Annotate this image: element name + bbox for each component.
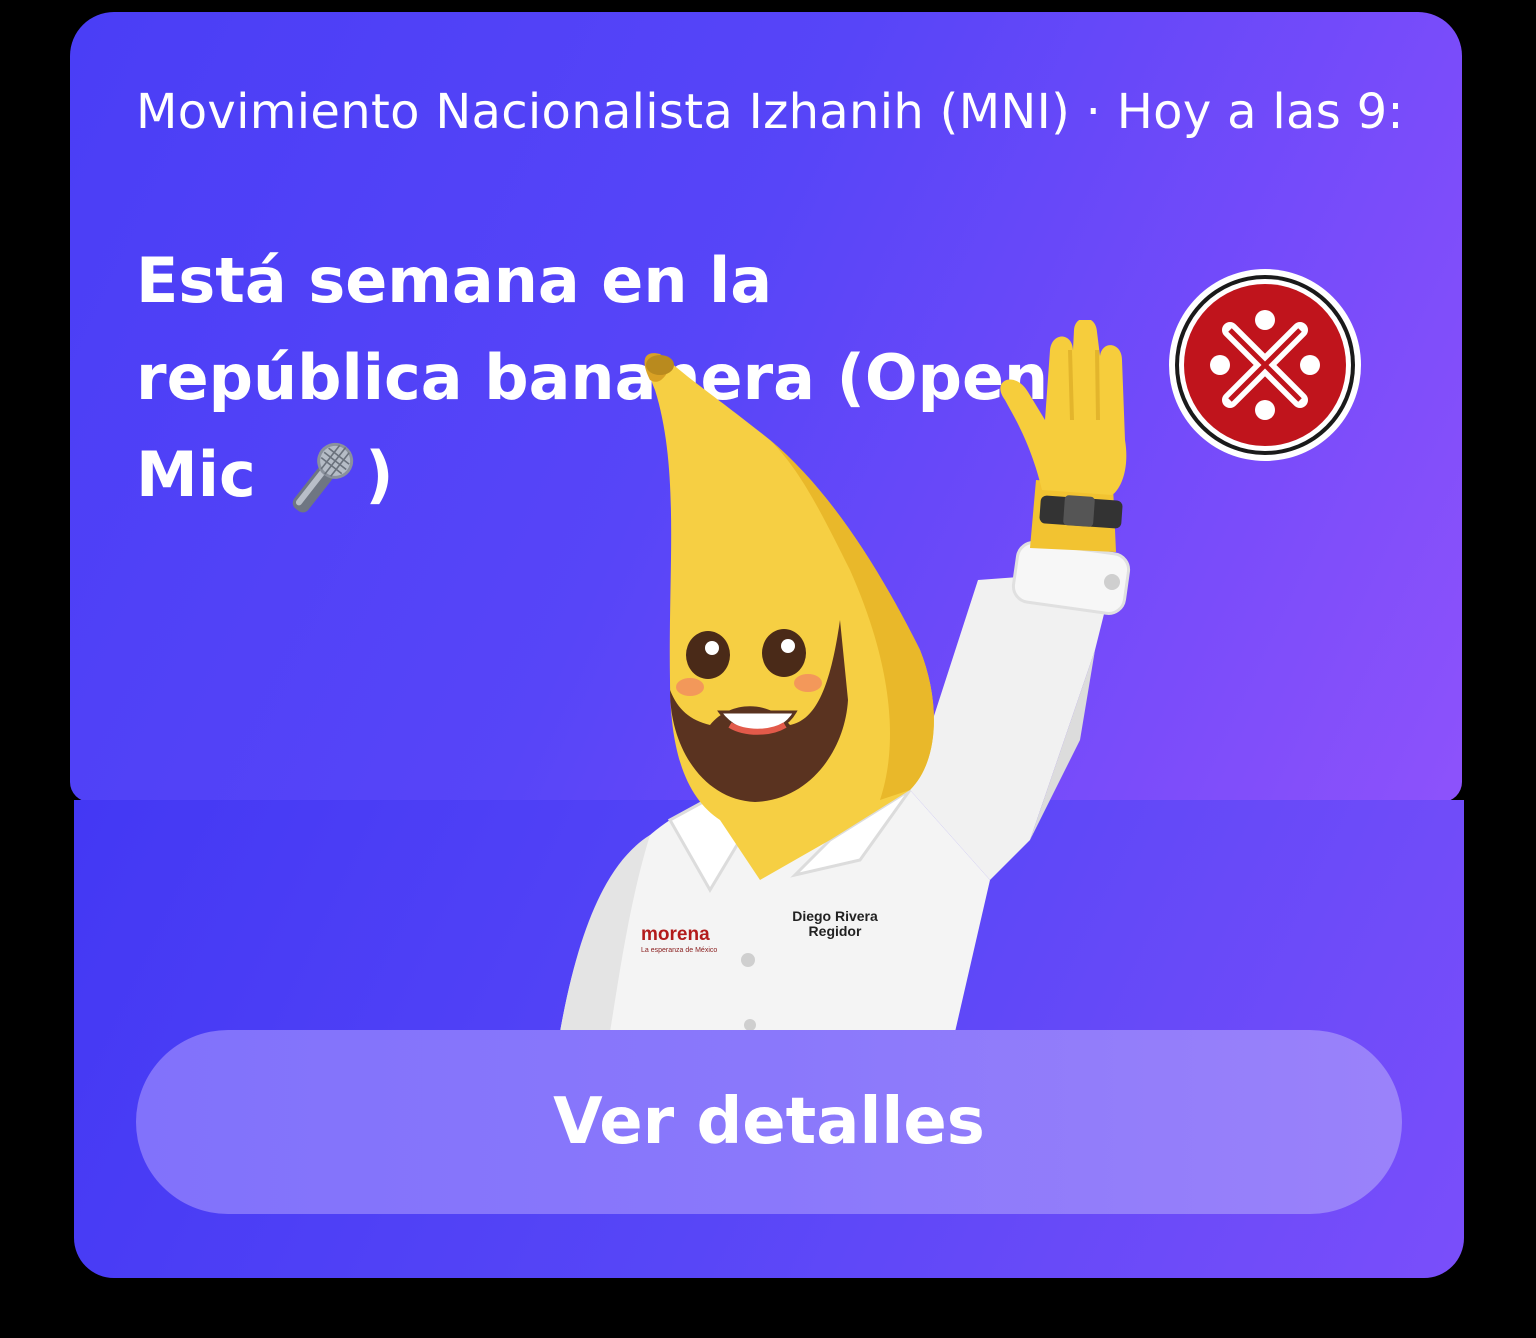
post-meta: Movimiento Nacionalista Izhanih (MNI) · …: [136, 84, 1398, 140]
morena-logo: morena: [641, 924, 710, 945]
microphone-icon: [293, 442, 354, 513]
mni-logo-badge: [1169, 269, 1361, 461]
view-details-button[interactable]: Ver detalles: [136, 1030, 1402, 1214]
banana-mascot-illustration: morena La esperanza de México Diego Rive…: [560, 320, 1131, 1032]
event-title-close: ): [365, 438, 394, 511]
mascot-hand: [1000, 320, 1127, 495]
morena-tagline: La esperanza de México: [641, 947, 717, 954]
name-tag-role: Regidor: [809, 923, 862, 939]
view-details-label: Ver detalles: [553, 1085, 985, 1159]
name-tag-name: Diego Rivera: [792, 908, 878, 924]
